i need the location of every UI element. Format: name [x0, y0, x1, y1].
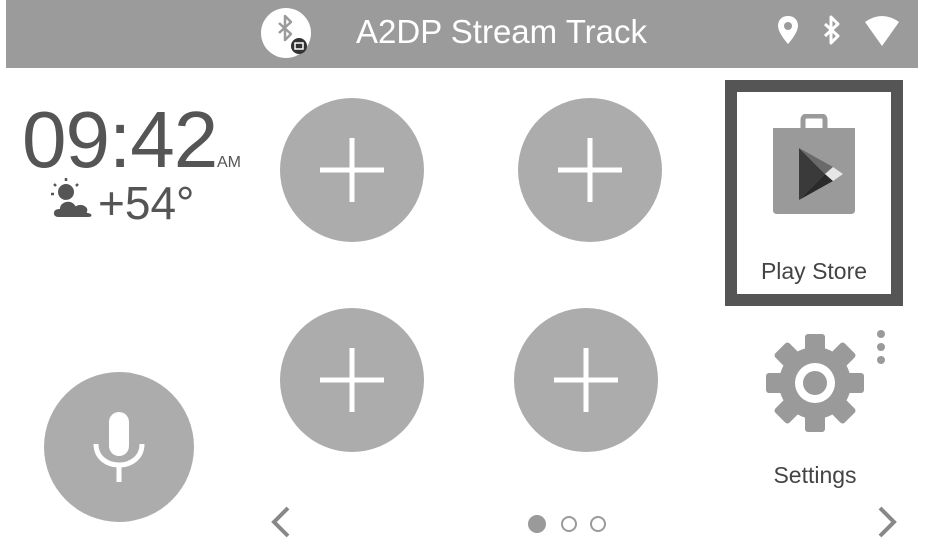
- microphone-icon: [93, 412, 145, 482]
- add-shortcut-button-1[interactable]: [280, 98, 424, 242]
- add-shortcut-icon: [320, 348, 384, 412]
- bluetooth-stream-icon[interactable]: [261, 8, 311, 58]
- page-dot-3[interactable]: [590, 516, 606, 532]
- add-shortcut-button-4[interactable]: [514, 308, 658, 452]
- page-dot-1[interactable]: [528, 515, 546, 533]
- overflow-menu-icon[interactable]: [872, 330, 890, 370]
- page-dot-2[interactable]: [561, 516, 577, 532]
- clock-ampm: AM: [217, 154, 241, 171]
- temperature: +54°: [98, 177, 195, 229]
- voice-search-button[interactable]: [44, 372, 194, 522]
- play-store-label: Play Store: [760, 258, 868, 284]
- chevron-left-icon[interactable]: [266, 502, 296, 542]
- add-shortcut-button-2[interactable]: [518, 98, 662, 242]
- clock-time: 09:42: [22, 95, 218, 184]
- gear-icon: [766, 334, 864, 432]
- bluetooth-icon: [823, 15, 840, 45]
- add-shortcut-icon: [320, 138, 384, 202]
- wifi-icon: [865, 16, 899, 46]
- chevron-right-icon[interactable]: [872, 502, 902, 542]
- play-store-app[interactable]: Play Store: [725, 80, 903, 306]
- add-shortcut-icon: [554, 348, 618, 412]
- settings-app[interactable]: Settings: [740, 320, 890, 500]
- track-title: A2DP Stream Track: [356, 13, 647, 50]
- add-shortcut-icon: [558, 138, 622, 202]
- add-shortcut-button-3[interactable]: [280, 308, 424, 452]
- partly-cloudy-icon: [48, 176, 96, 226]
- play-store-icon: [773, 114, 855, 214]
- location-pin-icon: [778, 16, 798, 44]
- status-bar: A2DP Stream Track: [6, 0, 918, 68]
- settings-label: Settings: [773, 462, 857, 488]
